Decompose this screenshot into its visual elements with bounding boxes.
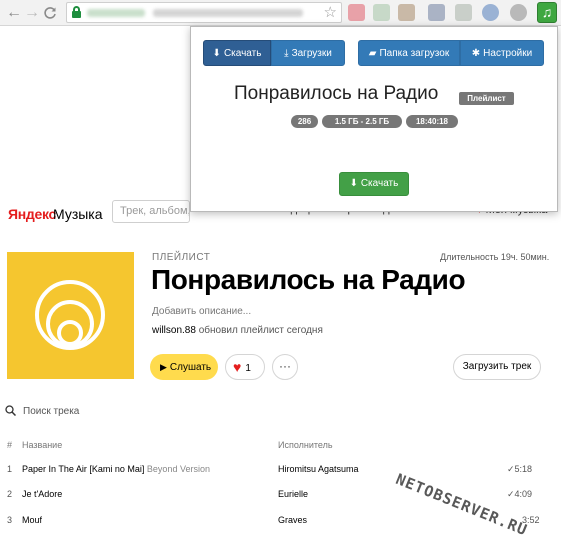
duration-badge: 18:40:18	[406, 115, 458, 128]
back-icon[interactable]: ←	[4, 3, 24, 23]
listen-label: Слушать	[169, 362, 212, 373]
blurred-url	[153, 9, 303, 17]
download-playlist-label: Скачать	[360, 178, 399, 189]
heart-icon: ♥	[233, 359, 242, 375]
track-number: 1	[7, 464, 13, 474]
play-icon: ▶	[160, 362, 167, 372]
page-title: Понравилось на Радио	[151, 264, 466, 295]
downloads-tab-button[interactable]: ⤓ Загрузки	[271, 40, 345, 66]
search-icon	[5, 405, 16, 416]
popup-playlist-title: Понравилось на Радио	[234, 83, 439, 104]
upload-track-button[interactable]: Загрузить трек	[453, 354, 541, 380]
extension-icon[interactable]	[510, 4, 527, 21]
downloads-folder-button[interactable]: ▰ Папка загрузок	[358, 40, 460, 66]
add-description-link[interactable]: Добавить описание...	[152, 306, 251, 317]
track-artist[interactable]: Hiromitsu Agatsuma	[278, 464, 359, 474]
site-search-input[interactable]: Трек, альбом, исп	[112, 200, 190, 223]
download-tab-button[interactable]: ⬇ Скачать	[203, 40, 271, 66]
download-playlist-button[interactable]: ⬇ Скачать	[339, 172, 409, 196]
column-header-num: #	[7, 440, 13, 450]
track-duration: ✓4:09	[507, 489, 533, 499]
playlist-kind-label: ПЛЕЙЛИСТ	[152, 252, 211, 263]
type-badge: Плейлист	[459, 92, 514, 105]
download-icon: ⬇	[349, 178, 359, 189]
folder-icon: ▰	[368, 48, 377, 59]
playlist-duration: Длительность 19ч. 50мин.	[440, 252, 550, 262]
extension-icon[interactable]	[373, 4, 390, 21]
like-button[interactable]: ♥ 1	[225, 354, 265, 380]
column-header-artist[interactable]: Исполнитель	[278, 440, 333, 450]
track-title[interactable]: Mouf	[22, 515, 42, 525]
column-header-title[interactable]: Название	[22, 440, 62, 450]
download-tab-label: Скачать	[223, 48, 262, 59]
settings-button[interactable]: ✱ Настройки	[460, 40, 544, 66]
forward-icon[interactable]: →	[22, 3, 42, 23]
track-artist[interactable]: Eurielle	[278, 489, 308, 499]
updated-text: обновил плейлист сегодня	[195, 325, 323, 336]
concentric-circles-icon	[35, 280, 105, 350]
extension-popup: ⬇ Скачать ⤓ Загрузки ▰ Папка загрузок ✱ Наст…	[190, 26, 558, 212]
extension-icon[interactable]	[455, 4, 472, 21]
settings-label: Настройки	[483, 48, 533, 59]
site-logo-music[interactable]: Музыка	[53, 206, 103, 222]
track-artist[interactable]: Graves	[278, 515, 307, 525]
listen-button[interactable]: ▶ Слушать	[150, 354, 218, 380]
browser-toolbar: ← → ☆ ♫	[0, 0, 561, 26]
lock-icon	[72, 6, 81, 18]
track-title[interactable]: Paper In The Air [Kami no Mai] Beyond Ve…	[22, 464, 210, 474]
gear-icon: ✱	[471, 48, 481, 59]
downloads-tab-label: Загрузки	[291, 48, 332, 59]
watermark: NETOBSERVER.RU	[393, 470, 531, 540]
owner-link[interactable]: willson.88	[152, 325, 196, 336]
blurred-url	[87, 9, 145, 17]
track-number: 3	[7, 515, 13, 525]
downloads-icon: ⤓	[284, 48, 289, 59]
track-title[interactable]: Je t'Adore	[22, 489, 62, 499]
download-icon: ⬇	[212, 48, 221, 59]
extension-icon[interactable]	[428, 4, 445, 21]
size-badge: 1.5 ГБ - 2.5 ГБ	[322, 115, 402, 128]
like-count: 1	[245, 363, 251, 374]
reload-icon[interactable]	[40, 3, 60, 23]
address-bar[interactable]: ☆	[66, 2, 342, 23]
playlist-cover[interactable]	[7, 252, 134, 379]
music-extension-icon[interactable]: ♫	[537, 2, 557, 23]
site-logo[interactable]: Яндекс	[8, 206, 56, 222]
more-button[interactable]: ···	[272, 354, 298, 380]
playlist-meta: willson.88 обновил плейлист сегодня	[152, 325, 323, 336]
bookmark-star-icon[interactable]: ☆	[324, 3, 337, 22]
track-search-input[interactable]: Поиск трека	[23, 406, 79, 417]
extension-icon[interactable]	[398, 4, 415, 21]
track-count-badge: 286	[291, 115, 318, 128]
track-number: 2	[7, 489, 13, 499]
downloads-folder-label: Папка загрузок	[379, 48, 450, 59]
extension-icon[interactable]	[348, 4, 365, 21]
track-duration: ✓5:18	[507, 464, 533, 474]
extension-icon[interactable]	[482, 4, 499, 21]
